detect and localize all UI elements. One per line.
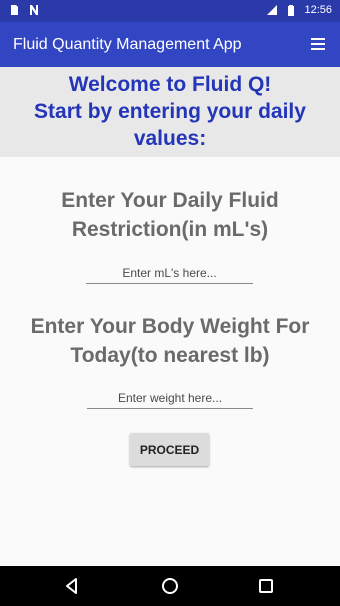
notification-n-icon [30, 5, 38, 15]
welcome-line: Start by entering your daily [34, 100, 306, 123]
fluid-label-line: Restriction(in mL's) [71, 218, 269, 241]
fluid-restriction-label: Enter Your Daily Fluid Restriction(in mL… [0, 186, 340, 244]
status-bar: 12:56 [0, 0, 340, 22]
weight-label-line: Today(to nearest lb) [70, 344, 270, 367]
weight-label-line: Enter Your Body Weight For [30, 315, 310, 338]
body-weight-label: Enter Your Body Weight For Today(to near… [0, 312, 340, 370]
fluid-label-line: Enter Your Daily Fluid [61, 189, 279, 212]
app-title: Fluid Quantity Management App [13, 36, 242, 53]
recent-apps-icon[interactable] [256, 576, 276, 596]
status-time: 12:56 [304, 4, 332, 16]
home-icon[interactable] [160, 576, 180, 596]
navigation-bar [0, 566, 340, 606]
proceed-button[interactable]: PROCEED [130, 433, 209, 466]
hamburger-menu-icon-bar [311, 48, 325, 50]
fluid-ml-input[interactable] [86, 262, 253, 284]
body-weight-input[interactable] [87, 387, 253, 409]
back-icon[interactable] [62, 576, 82, 596]
welcome-banner: Welcome to Fluid Q! Start by entering yo… [0, 67, 340, 157]
welcome-line: Welcome to Fluid Q! [68, 73, 272, 96]
menu-button[interactable] [306, 32, 330, 56]
signal-icon [267, 5, 278, 15]
sd-card-icon [11, 5, 18, 15]
hamburger-menu-icon-bar [311, 43, 325, 45]
hamburger-menu-icon [311, 38, 325, 40]
welcome-line: values: [133, 127, 207, 150]
app-bar: Fluid Quantity Management App [0, 22, 340, 67]
battery-icon [288, 5, 295, 16]
